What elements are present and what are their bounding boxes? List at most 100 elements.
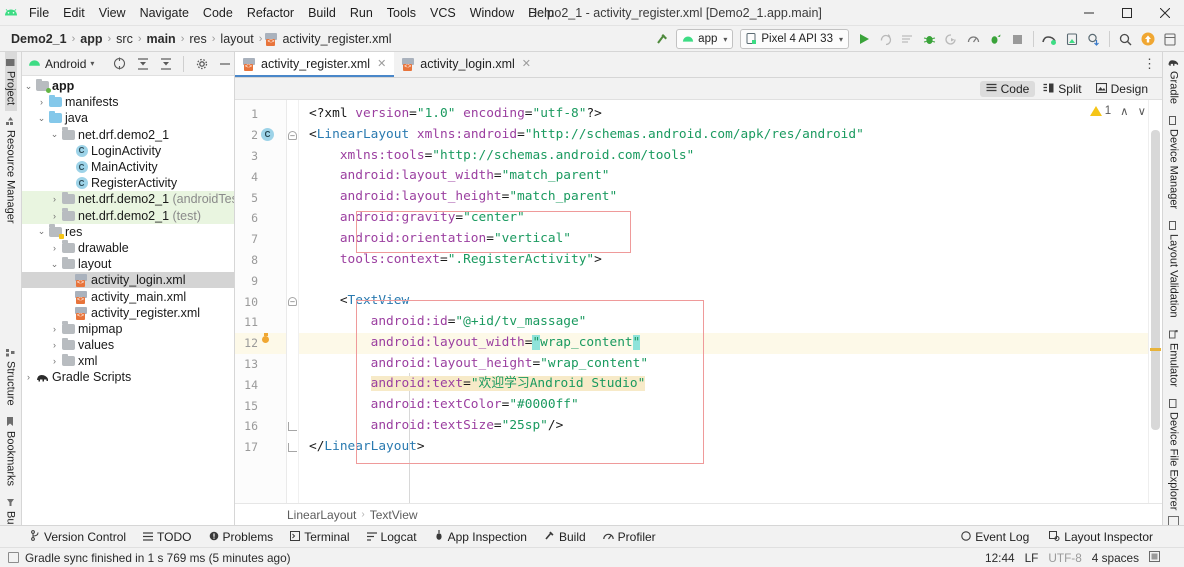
chevron-collapsed-icon[interactable]: › <box>35 97 48 107</box>
chevron-collapsed-icon[interactable]: › <box>48 324 61 334</box>
chevron-collapsed-icon[interactable]: › <box>48 243 61 253</box>
chevron-expanded-icon[interactable]: ⌄ <box>22 81 35 92</box>
profiler-icon[interactable] <box>963 29 984 50</box>
debug-icon[interactable] <box>919 29 940 50</box>
breadcrumb-file[interactable]: activity_register.xml <box>279 32 394 46</box>
stop-icon[interactable] <box>1007 29 1028 50</box>
fold-collapse-icon[interactable]: – <box>288 130 297 140</box>
tool-app-inspection[interactable]: App Inspection <box>427 529 534 545</box>
menu-run[interactable]: Run <box>343 0 380 26</box>
tree-item-manifests[interactable]: › manifests <box>22 94 234 110</box>
status-indicator-icon[interactable] <box>8 552 19 563</box>
tree-item-drawable[interactable]: › drawable <box>22 240 234 256</box>
tree-item-activity-main-xml[interactable]: activity_main.xml <box>22 288 234 304</box>
menu-navigate[interactable]: Navigate <box>133 0 196 26</box>
search-icon[interactable] <box>1115 29 1136 50</box>
sdk-manager-icon[interactable] <box>1039 29 1060 50</box>
menu-vcs[interactable]: VCS <box>423 0 463 26</box>
tab-activity-login-xml[interactable]: activity_login.xml ✕ <box>394 52 539 77</box>
menu-window[interactable]: Window <box>463 0 521 26</box>
editor-fold-column[interactable]: – – <box>287 100 299 503</box>
sync-gradle-icon[interactable] <box>1083 29 1104 50</box>
code-line-3[interactable]: xmlns:tools="http://schemas.android.com/… <box>299 146 1162 167</box>
settings-gear-icon[interactable] <box>192 54 211 73</box>
mode-design[interactable]: Design <box>1090 81 1154 97</box>
fold-end-icon[interactable] <box>288 442 297 452</box>
tree-item-java[interactable]: ⌄ java <box>22 110 234 126</box>
tool-build[interactable]: Build <box>537 529 593 545</box>
sidebar-item-project[interactable]: Project <box>4 52 17 112</box>
tab-activity-register-xml[interactable]: activity_register.xml ✕ <box>235 52 395 77</box>
menu-edit[interactable]: Edit <box>56 0 92 26</box>
code-line-8[interactable]: tools:context=".RegisterActivity"> <box>299 250 1162 271</box>
project-view-selector-label[interactable]: Android <box>45 57 86 71</box>
chevron-expanded-icon[interactable]: ⌄ <box>35 226 48 237</box>
minimize-button[interactable] <box>1070 0 1108 26</box>
code-line-6[interactable]: android:gravity="center" <box>299 208 1162 229</box>
code-line-10[interactable]: <TextView <box>299 291 1162 312</box>
status-line-separator[interactable]: LF <box>1025 551 1039 565</box>
tree-item-activity-login-xml[interactable]: activity_login.xml <box>22 272 234 289</box>
tool-terminal[interactable]: Terminal <box>283 529 356 545</box>
code-line-1[interactable]: <?xml version="1.0" encoding="utf-8"?> <box>299 104 1162 125</box>
menu-refactor[interactable]: Refactor <box>240 0 301 26</box>
tab-overflow-icon[interactable]: ⋮ <box>1143 56 1156 72</box>
target-icon[interactable] <box>110 54 129 73</box>
inspection-widget[interactable]: 1 ∧ ∨ <box>1089 104 1146 118</box>
chevron-down-icon[interactable]: ▾ <box>90 59 94 68</box>
editor-gutter[interactable]: 1 2C 3 4 5 6 7 8 9 10 11 12 13 14 15 16 <box>235 100 287 503</box>
run-icon[interactable] <box>853 29 874 50</box>
tool-version-control[interactable]: Version Control <box>24 529 133 545</box>
ime-icon[interactable] <box>1149 550 1160 565</box>
tree-item-res[interactable]: ⌄ res <box>22 224 234 240</box>
code-line-2[interactable]: <LinearLayout xmlns:android="http://sche… <box>299 125 1162 146</box>
sidebar-item-device-file-explorer[interactable]: Device File Explorer <box>1168 393 1180 516</box>
tree-item-package[interactable]: ⌄ net.drf.demo2_1 <box>22 127 234 143</box>
layout-inspector-icon[interactable] <box>1159 29 1180 50</box>
code-line-4[interactable]: android:layout_width="match_parent" <box>299 166 1162 187</box>
update-available-icon[interactable] <box>1137 29 1158 50</box>
avd-manager-icon[interactable] <box>1061 29 1082 50</box>
chevron-collapsed-icon[interactable]: › <box>48 340 61 350</box>
tool-layout-inspector[interactable]: Layout Inspector <box>1042 529 1160 545</box>
sidebar-item-bookmarks[interactable]: Bookmarks <box>5 411 17 492</box>
sidebar-item-device-manager[interactable]: Device Manager <box>1168 110 1180 215</box>
breadcrumb-res[interactable]: res <box>186 32 209 46</box>
code-line-14[interactable]: android:text="欢迎学习Android Studio" <box>299 374 1162 395</box>
tree-item-main-activity[interactable]: C MainActivity <box>22 159 234 175</box>
menu-code[interactable]: Code <box>196 0 240 26</box>
warning-stripe-mark[interactable] <box>1150 348 1161 351</box>
code-text-area[interactable]: <?xml version="1.0" encoding="utf-8"?> <… <box>299 100 1162 503</box>
code-line-17[interactable]: </LinearLayout> <box>299 437 1162 458</box>
tool-problems[interactable]: Problems <box>202 529 281 545</box>
sidebar-item-resource-manager[interactable]: Resource Manager <box>5 111 17 230</box>
editor-breadcrumb-linearlayout[interactable]: LinearLayout <box>287 508 356 522</box>
tool-logcat[interactable]: Logcat <box>360 529 424 545</box>
sidebar-item-layout-validation[interactable]: Layout Validation <box>1168 215 1180 324</box>
device-selector[interactable]: Pixel 4 API 33 ▾ <box>740 29 849 49</box>
collapse-all-icon[interactable] <box>156 54 175 73</box>
code-line-9[interactable] <box>299 270 1162 291</box>
tool-profiler[interactable]: Profiler <box>596 529 663 545</box>
fold-end-icon[interactable] <box>288 421 297 431</box>
expand-all-icon[interactable] <box>133 54 152 73</box>
chevron-collapsed-icon[interactable]: › <box>48 211 61 221</box>
menu-tools[interactable]: Tools <box>380 0 423 26</box>
chevron-collapsed-icon[interactable]: › <box>48 356 61 366</box>
editor-error-stripe[interactable] <box>1148 100 1162 503</box>
run-with-coverage-icon[interactable] <box>985 29 1006 50</box>
code-line-12[interactable]: android:layout_width="wrap_content" <box>299 332 1162 354</box>
tree-item-gradle-scripts[interactable]: › Gradle Scripts <box>22 369 234 385</box>
sidebar-item-gradle[interactable]: Gradle <box>1168 52 1180 110</box>
menu-build[interactable]: Build <box>301 0 343 26</box>
code-editor[interactable]: 1 2C 3 4 5 6 7 8 9 10 11 12 13 14 15 16 <box>235 100 1162 503</box>
fold-collapse-icon[interactable]: – <box>288 297 297 307</box>
close-button[interactable] <box>1146 0 1184 26</box>
breadcrumb-main[interactable]: main <box>144 32 179 46</box>
status-indent[interactable]: 4 spaces <box>1092 551 1139 565</box>
annotation-class-icon[interactable]: C <box>261 127 274 141</box>
tree-item-app[interactable]: ⌄ app <box>22 78 234 94</box>
tree-item-activity-register-xml[interactable]: activity_register.xml <box>22 305 234 321</box>
breadcrumb-app[interactable]: app <box>77 32 105 46</box>
hammer-build-icon[interactable] <box>651 29 672 50</box>
